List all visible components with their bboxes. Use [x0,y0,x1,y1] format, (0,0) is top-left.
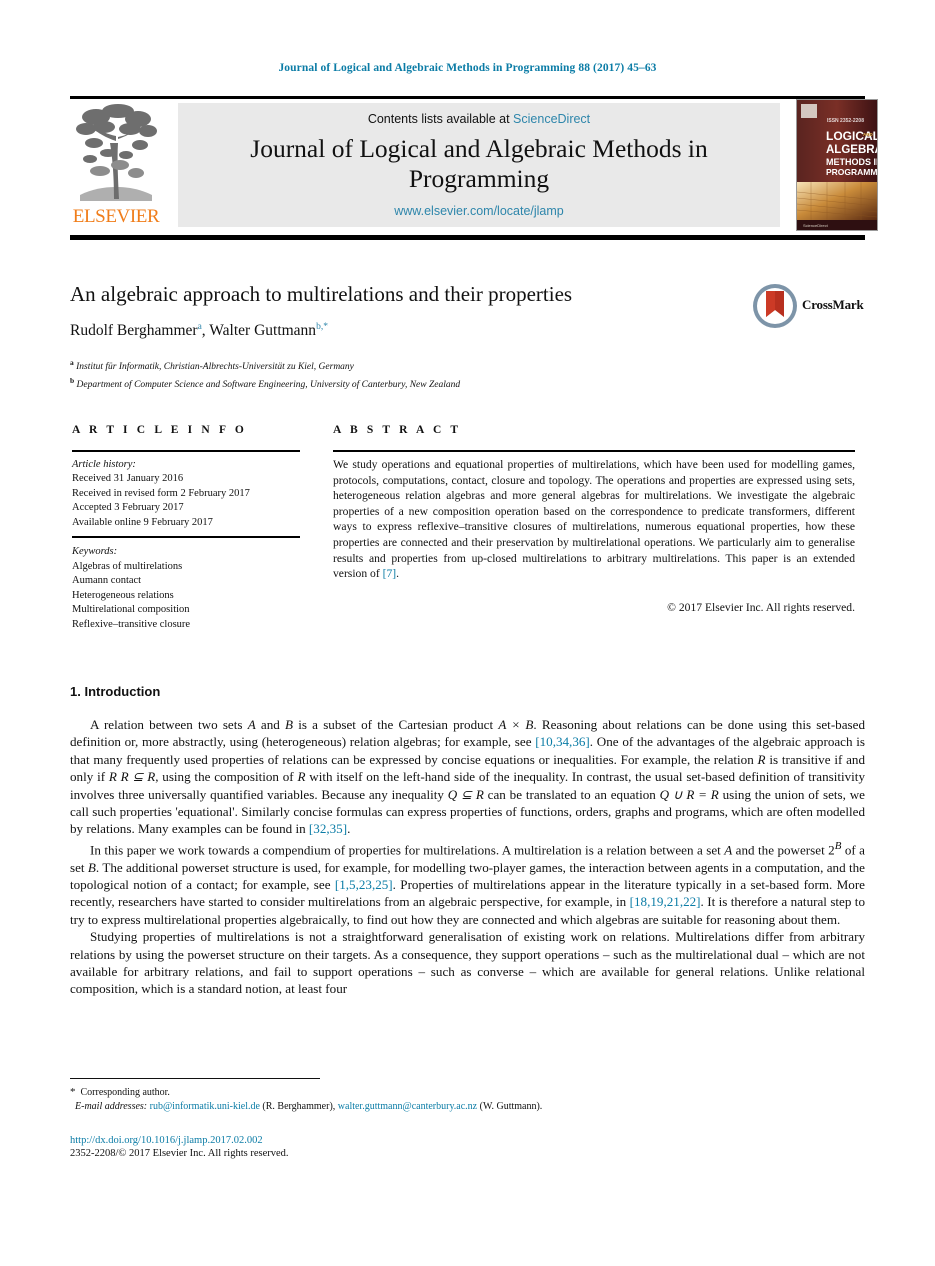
crossmark-label: CrossMark [802,297,864,312]
svg-text:ALGEBRAIC: ALGEBRAIC [826,144,877,156]
email-link-2[interactable]: walter.guttmann@canterbury.ac.nz [338,1101,477,1112]
body-paragraph: Studying properties of multirelations is… [70,928,865,998]
introduction-body: A relation between two sets A and B is a… [70,716,865,998]
affiliation-b-marker: b [70,376,75,386]
abstract-copyright: © 2017 Elsevier Inc. All rights reserved… [667,601,855,614]
affiliations: a Institut für Informatik, Christian-Alb… [70,356,770,392]
history-item: Available online 9 February 2017 [72,516,213,528]
asterisk-icon: * [70,1086,76,1098]
page-title: An algebraic approach to multirelations … [70,282,573,306]
crossmark-badge[interactable]: CrossMark [752,283,864,331]
author-1: Rudolf Berghammer [70,322,198,340]
keyword-item: Algebras of multirelations [72,560,183,572]
body-run: . [347,821,351,837]
article-info-heading: A R T I C L E I N F O [72,424,247,436]
contents-available-line: Contents lists available at ScienceDirec… [178,112,780,126]
article-info-rule-1 [72,450,300,452]
abstract-heading: A B S T R A C T [333,424,462,436]
keyword-item: Heterogeneous relations [72,589,174,601]
journal-article-page: Journal of Logical and Algebraic Methods… [0,0,935,1266]
math-symbol: B [87,859,96,875]
svg-text:ScienceDirect: ScienceDirect [803,223,829,228]
keyword-item: Multirelational composition [72,604,190,616]
math-symbol: A [247,717,256,732]
history-item: Received in revised form 2 February 2017 [72,487,250,499]
affiliation-b: b Department of Computer Science and Sof… [70,374,770,392]
elsevier-logo: ELSEVIER [70,103,162,233]
abstract-body-end: . [396,567,400,581]
math-symbol: Q ⊆ R [447,786,484,802]
affiliation-a-text: Institut für Informatik, Christian-Albre… [76,362,354,373]
abstract-citation[interactable]: [7] [383,567,397,580]
affiliation-a-marker: a [70,358,74,367]
citation-link[interactable]: [18,19,21,22] [630,894,701,909]
keyword-item: Reflexive–transitive closure [72,618,191,630]
body-run: and the powerset 2 [732,842,835,858]
author-2-affil-marker: b,* [316,322,328,332]
citation-link[interactable]: [32,35] [309,821,347,836]
crossmark-icon [753,284,797,328]
affiliation-a: a Institut für Informatik, Christian-Alb… [70,356,770,374]
history-item: Accepted 3 February 2017 [72,502,184,514]
masthead: ELSEVIER Contents lists available at Sci… [70,99,878,235]
masthead-bottom-rule [70,235,865,240]
corresponding-author-line: * Corresponding author. [70,1086,860,1100]
history-item: Received 31 January 2016 [72,473,184,485]
journal-banner: Contents lists available at ScienceDirec… [178,103,780,227]
abstract-text: We study operations and equational prope… [333,457,855,582]
svg-text:METHODS IN: METHODS IN [826,157,877,167]
citation-link[interactable]: [1,5,23,25] [335,877,393,892]
article-history-label: Article history: [72,459,136,470]
footnote-block: * Corresponding author. E-mail addresses… [70,1086,860,1113]
author-list: Rudolf Berghammera, Walter Guttmannb,* [70,322,730,340]
keywords-label: Keywords: [72,546,118,557]
math-symbol: R R ⊆ R [108,769,156,785]
abstract-rule [333,450,855,452]
email-label: E-mail addresses: [75,1100,148,1112]
body-run: Studying properties of multirelations is… [70,929,865,997]
sciencedirect-link[interactable]: ScienceDirect [513,112,590,126]
citation-link[interactable]: [10,34,36] [535,734,590,749]
doi-link[interactable]: http://dx.doi.org/10.1016/j.jlamp.2017.0… [70,1135,263,1146]
keyword-item: Aumann contact [72,575,142,587]
body-paragraph: A relation between two sets A and B is a… [70,716,865,838]
journal-title: Journal of Logical and Algebraic Methods… [250,134,708,193]
email-2-owner: (W. Guttmann). [479,1100,543,1112]
body-run: is a subset of the Cartesian product [293,717,499,732]
issn-copyright-line: 2352-2208/© 2017 Elsevier Inc. All right… [70,1148,289,1159]
footnote-rule [70,1078,320,1079]
body-run: can be translated to an equation [483,786,660,802]
journal-url-link[interactable]: www.elsevier.com/locate/jlamp [178,204,780,218]
running-head: Journal of Logical and Algebraic Methods… [278,62,657,74]
body-run: , using the composition of [155,769,298,785]
contents-label: Contents lists available at [367,112,510,126]
body-run: and [255,717,286,732]
abstract-body: We study operations and equational prope… [333,458,855,581]
email-line: E-mail addresses: rub@informatik.uni-kie… [70,1100,860,1114]
email-1-owner: (R. Berghammer), [262,1100,336,1112]
math-symbol: R [757,751,766,767]
body-run: In this paper we work towards a compendi… [90,842,725,858]
elsevier-tree-icon [76,104,157,201]
svg-text:ISSN 2352-2208: ISSN 2352-2208 [827,118,864,124]
article-history: Article history: Received 31 January 201… [72,458,307,530]
author-2: , Walter Guttmann [201,322,317,340]
section-heading-introduction: 1. Introduction [70,684,161,699]
affiliation-b-text: Department of Computer Science and Softw… [76,380,461,391]
journal-cover-art: ISSN 2352-2208 LOGICAL AND ALGEBRAIC MET… [797,100,877,230]
math-symbol: B [285,717,294,732]
keywords-block: Keywords: Algebras of multirelations Aum… [72,545,307,633]
corresponding-author-text: Corresponding author. [80,1087,170,1098]
svg-text:PROGRAMMING: PROGRAMMING [826,167,877,177]
email-link-1[interactable]: rub@informatik.uni-kiel.de [150,1101,260,1112]
journal-cover-thumbnail: ISSN 2352-2208 LOGICAL AND ALGEBRAIC MET… [796,99,878,231]
math-symbol: Q ∪ R = R [659,786,719,802]
body-paragraph: In this paper we work towards a compendi… [70,838,865,928]
body-run: A relation between two sets [90,717,248,732]
svg-text:AND: AND [863,132,873,137]
math-symbol: A × B [498,717,534,732]
elsevier-wordmark: ELSEVIER [72,206,160,227]
article-info-rule-2 [72,536,300,538]
